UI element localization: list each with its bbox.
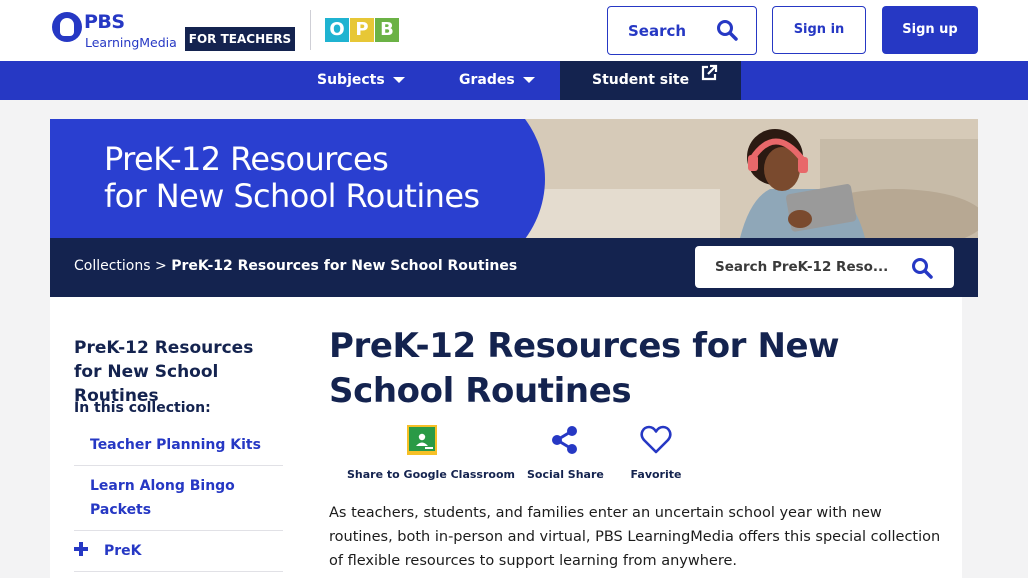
sidebar-item-label: Learn Along Bingo Packets [90,478,235,518]
nav-subjects-label: Subjects [317,72,385,88]
share-google-classroom-button[interactable]: Share to Google Classroom [347,425,515,481]
main-nav: Subjects Grades Student site [0,61,1028,100]
banner-photo [520,119,978,238]
pbs-learningmedia-logo[interactable]: PBS LearningMedia [52,11,177,51]
google-classroom-icon [407,425,437,458]
site-header: PBS LearningMedia FOR TEACHERS O P B Sea… [0,0,1028,61]
share-icon [550,425,580,458]
external-link-icon [700,59,718,98]
logo-secondary-text: LearningMedia [85,35,177,50]
pbs-head-icon [52,12,82,42]
station-logo-letter: B [375,18,399,42]
favorite-button[interactable]: Favorite [628,425,684,481]
nav-student-site-label: Student site [592,72,690,88]
search-button-label: Search [628,22,687,40]
collection-sidebar: PreK-12 Resources for New School Routine… [50,297,298,578]
banner-title-line: PreK-12 Resources [104,140,389,178]
social-share-label: Social Share [527,468,604,481]
breadcrumb: Collections > PreK-12 Resources for New … [74,258,517,274]
nav-student-site-link[interactable]: Student site [560,61,741,100]
banner-title: PreK-12 Resources for New School Routine… [104,140,480,215]
station-logo[interactable]: O P B [325,18,399,42]
collection-search [695,246,954,288]
nav-grades-dropdown[interactable]: Grades [459,61,535,100]
collection-main: PreK-12 Resources for New School Routine… [298,297,962,578]
logo-primary-text: PBS [84,11,125,33]
collection-description: As teachers, students, and families ente… [329,505,941,569]
sidebar-item-prek[interactable]: PreK [74,539,283,572]
breadcrumb-bar: Collections > PreK-12 Resources for New … [50,238,978,297]
collection-banner: PreK-12 Resources for New School Routine… [50,119,978,238]
sidebar-item-learn-along-bingo[interactable]: Learn Along Bingo Packets [74,474,283,531]
favorite-label: Favorite [630,468,682,481]
sidebar-subtitle: In this collection: [74,400,211,416]
audience-badge: FOR TEACHERS [185,27,295,51]
nav-subjects-dropdown[interactable]: Subjects [317,61,405,100]
banner-title-line: for New School Routines [104,177,480,215]
nav-grades-label: Grades [459,72,515,88]
sidebar-item-label: PreK [104,543,142,559]
expand-plus-icon[interactable] [74,542,88,556]
header-divider [310,10,311,50]
breadcrumb-current: PreK-12 Resources for New School Routine… [171,258,518,274]
search-icon[interactable] [910,256,934,284]
sidebar-item-teacher-planning-kits[interactable]: Teacher Planning Kits [74,433,283,466]
share-google-classroom-label: Share to Google Classroom [347,468,515,481]
page-title: PreK-12 Resources for New School Routine… [329,326,840,411]
social-share-button[interactable]: Social Share [527,425,604,481]
station-logo-letter: O [325,18,349,42]
caret-down-icon [392,77,405,83]
caret-down-icon [522,77,535,83]
sidebar-item-label: Teacher Planning Kits [90,437,261,453]
sidebar-title[interactable]: PreK-12 Resources for New School Routine… [74,336,284,408]
search-button[interactable]: Search [607,6,757,55]
breadcrumb-collections-link[interactable]: Collections [74,258,151,274]
station-logo-letter: P [350,18,374,42]
sign-in-button[interactable]: Sign in [772,6,866,54]
content-gutter [962,297,978,578]
heart-icon [640,425,672,458]
sign-up-button[interactable]: Sign up [882,6,978,54]
breadcrumb-separator: > [155,258,167,274]
search-icon [715,18,739,46]
